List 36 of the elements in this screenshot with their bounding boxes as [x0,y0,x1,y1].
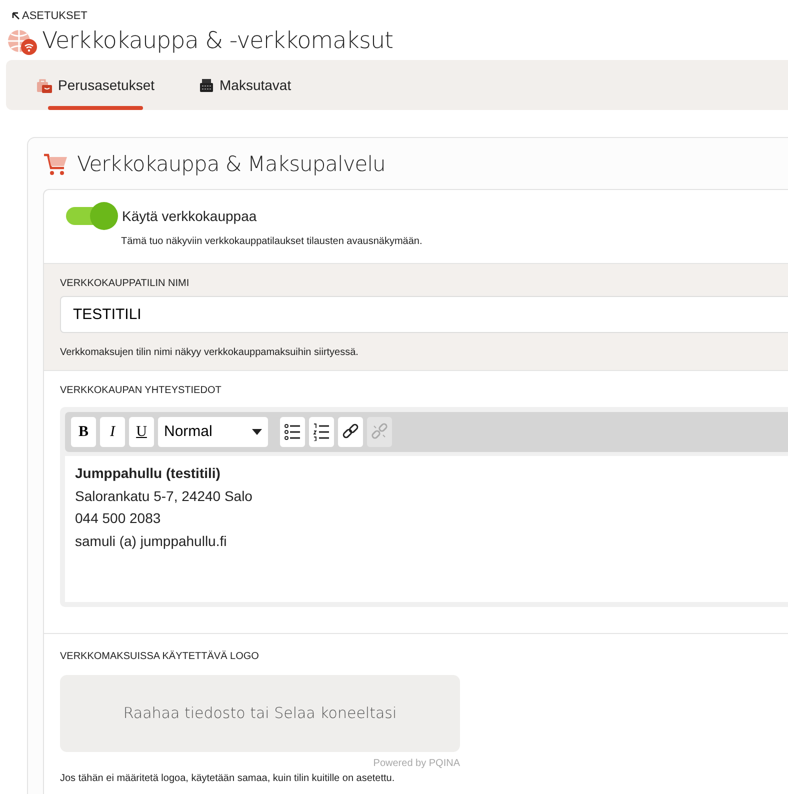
file-dropzone[interactable]: Raahaa tiedosto tai Selaa koneeltasi [60,675,460,752]
cart-icon [43,152,69,177]
numbered-list-icon [313,423,330,442]
back-link[interactable]: ASETUKSET [12,10,88,22]
card-title: Verkkokauppa & Maksupalvelu [77,152,386,178]
bullet-list-button[interactable] [280,417,305,448]
powered-by-text: Powered by PQINA [373,758,460,770]
arrow-icon [12,12,20,20]
underline-button[interactable]: U [129,417,154,448]
editor-line: Salorankatu 5-7, 24240 Salo [75,486,254,506]
editor-line: samuli (a) jumppahullu.fi [75,532,228,551]
tab[interactable]: Perusasetukset [28,60,162,110]
format-dropdown[interactable]: Normal [158,417,268,448]
tab[interactable]: Maksutavat [190,60,300,110]
numbered-list-button[interactable] [309,417,334,448]
globe-icon [6,28,38,56]
field-label: VERKKOMAKSUISSA KÄYTETTÄVÄ LOGO [60,650,260,664]
toggle-description: Tämä tuo näkyviin verkkokauppatilaukset tilausten avausnäkymään. [121,235,424,250]
cash-register-icon [198,78,214,92]
editor-line: Jumppahullu (testitili) [75,464,222,484]
toggle-switch[interactable] [66,202,118,230]
account-name-field[interactable]: TESTITILI [60,296,788,334]
italic-button[interactable]: I [100,417,125,448]
bullet-list-icon [284,423,301,442]
help-text: Jos tähän ei määritetä logoa, käytetään samaa, kuin tilin kuitille on asetettu. [60,772,396,786]
toggle-label: Käytä verkkokauppaa [122,206,257,226]
help-text: Verkkomaksujen tilin nimi näkyy verkkokauppamaksuihin siirtyessä. [60,346,360,360]
bold-button[interactable]: B [71,417,96,448]
unlink-icon [371,423,388,442]
field-label: VERKKOKAUPAN YHTEYSTIEDOT [60,384,222,398]
bag-icon [36,78,52,92]
field-label: VERKKOKAUPPATILIN NIMI [60,277,190,292]
page-title: Verkkokauppa & -verkkomaksut [42,28,394,56]
caret-icon [252,429,262,436]
link-button[interactable] [338,417,363,448]
editor-line: 044 500 2083 [75,509,162,528]
